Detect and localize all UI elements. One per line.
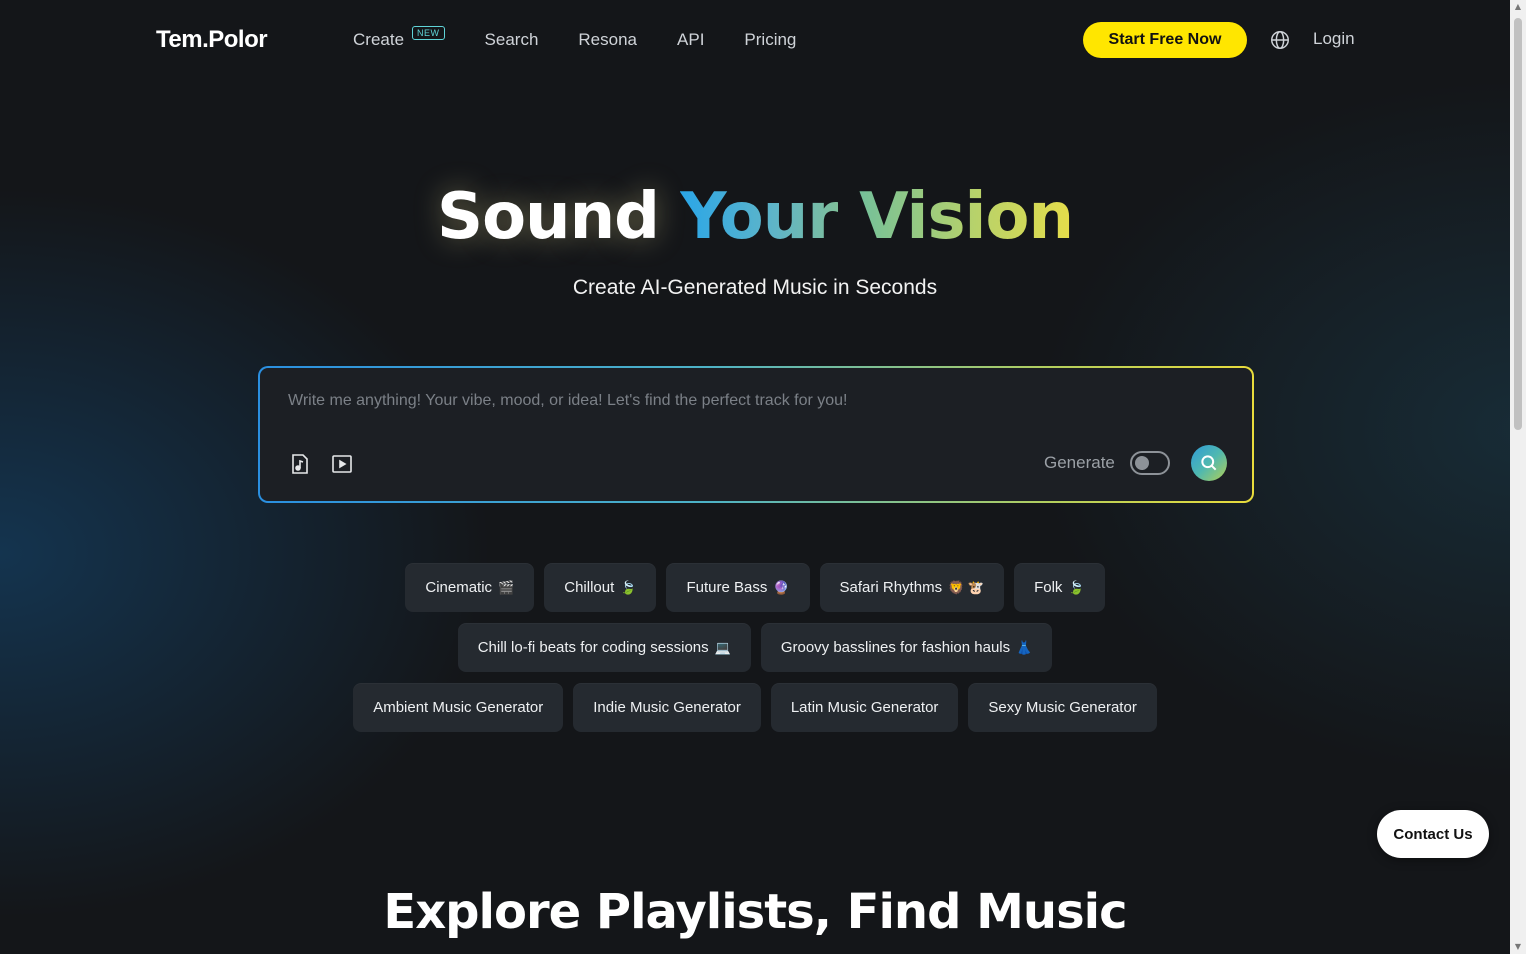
tag-chip-indie[interactable]: Indie Music Generator — [573, 683, 761, 732]
tag-chip-latin[interactable]: Latin Music Generator — [770, 683, 959, 732]
tag-chip-folk[interactable]: Folk 🍃 — [1014, 563, 1105, 612]
search-button[interactable] — [1191, 445, 1227, 481]
search-icon — [1201, 455, 1217, 471]
scroll-thumb[interactable] — [1514, 18, 1522, 430]
tag-chip-label: Safari Rhythms — [839, 579, 943, 596]
generate-label: Generate — [1044, 453, 1115, 472]
toggle-knob — [1135, 456, 1149, 470]
nav-search[interactable]: Search — [485, 30, 539, 50]
dress-icon: 👗 — [1016, 639, 1033, 655]
hero-title-word-3: Vision — [859, 180, 1074, 254]
video-play-icon[interactable] — [330, 452, 354, 476]
scroll-down-arrow-icon[interactable]: ▼ — [1510, 940, 1526, 954]
tag-chip-label: Future Bass — [686, 579, 768, 596]
music-note-icon[interactable] — [288, 452, 312, 476]
start-free-button[interactable]: Start Free Now — [1083, 22, 1247, 58]
tag-row-3: Ambient Music Generator Indie Music Gene… — [0, 683, 1510, 732]
main-nav: Create NEW Search Resona API Pricing — [353, 26, 836, 50]
crystal-ball-icon: 🔮 — [773, 579, 790, 595]
tag-row-1: Cinematic 🎬 Chillout 🍃 Future Bass 🔮 Saf… — [0, 563, 1510, 612]
prompt-input[interactable] — [288, 388, 1188, 414]
hero-title: Sound Your Vision — [0, 180, 1510, 254]
generate-toggle[interactable] — [1130, 451, 1170, 475]
tag-chip-label: Cinematic — [425, 579, 493, 596]
tag-chip-chillout[interactable]: Chillout 🍃 — [544, 563, 657, 612]
laptop-icon: 💻 — [714, 639, 731, 655]
tag-chip-lofi-coding[interactable]: Chill lo-fi beats for coding sessions 💻 — [457, 623, 751, 672]
nav-create-label: Create — [353, 30, 405, 49]
hero-subtitle: Create AI-Generated Music in Seconds — [572, 276, 938, 299]
nav-pricing[interactable]: Pricing — [744, 30, 796, 50]
hero-title-word-1: Sound — [436, 180, 660, 254]
prompt-box: Generate — [260, 368, 1252, 501]
scroll-up-arrow-icon[interactable]: ▲ — [1510, 0, 1526, 14]
page: Tem.Polor Create NEW Search Resona API P… — [0, 0, 1510, 954]
tag-chip-cinematic[interactable]: Cinematic 🎬 — [405, 563, 535, 612]
new-badge: NEW — [412, 26, 445, 40]
tag-chip-label: Groovy basslines for fashion hauls — [780, 639, 1011, 656]
login-link[interactable]: Login — [1313, 29, 1355, 49]
nav-api[interactable]: API — [677, 30, 704, 50]
hero-title-word-2: Your — [680, 180, 839, 254]
tag-chip-safari-rhythms[interactable]: Safari Rhythms 🦁 🐮 — [819, 563, 1005, 612]
logo[interactable]: Tem.Polor — [156, 26, 268, 54]
contact-us-button[interactable]: Contact Us — [1377, 810, 1489, 858]
tag-chip-label: Chillout — [564, 579, 615, 596]
clapper-icon: 🎬 — [498, 579, 515, 595]
tag-chip-label: Chill lo-fi beats for coding sessions — [477, 639, 709, 656]
nav-create[interactable]: Create NEW — [353, 26, 445, 50]
nav-resona[interactable]: Resona — [578, 30, 637, 50]
animal-icons: 🦁 🐮 — [948, 579, 985, 595]
leaf-icon: 🍃 — [620, 579, 637, 595]
tag-row-2: Chill lo-fi beats for coding sessions 💻 … — [0, 623, 1510, 672]
tag-chip-label: Folk — [1034, 579, 1063, 596]
globe-icon[interactable] — [1269, 29, 1291, 51]
prompt-box-border: Generate — [258, 366, 1254, 503]
tag-chip-future-bass[interactable]: Future Bass 🔮 — [666, 563, 810, 612]
scrollbar[interactable]: ▲ ▼ — [1510, 0, 1526, 954]
tag-chip-groovy-basslines[interactable]: Groovy basslines for fashion hauls 👗 — [760, 623, 1053, 672]
section-title: Explore Playlists, Find Music — [383, 884, 1127, 940]
tag-chip-ambient[interactable]: Ambient Music Generator — [353, 683, 564, 732]
tag-chip-sexy[interactable]: Sexy Music Generator — [968, 683, 1157, 732]
leaf-icon: 🍃 — [1068, 579, 1085, 595]
